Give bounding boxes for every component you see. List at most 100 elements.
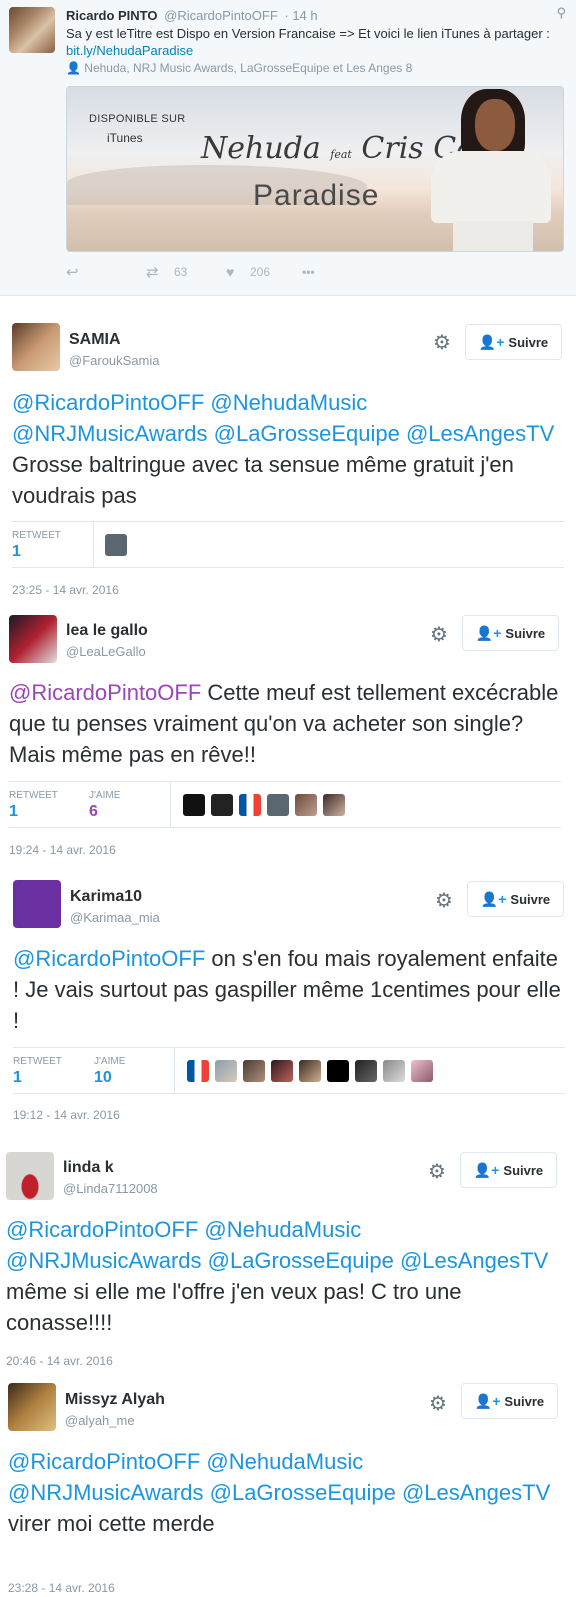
author-name[interactable]: Ricardo PINTO [66, 8, 158, 23]
tweet-text: @RicardoPintoOFF @NehudaMusic @NRJMusicA… [6, 1214, 562, 1338]
gear-icon[interactable]: ⚙ [435, 888, 453, 913]
liker-avatar[interactable] [183, 794, 205, 816]
like-count[interactable]: 6 [89, 803, 98, 821]
tweet-mentions[interactable]: @RicardoPintoOFF @NehudaMusic @NRJMusicA… [6, 1217, 548, 1273]
retweet-count[interactable]: 1 [13, 1069, 22, 1087]
tweet-date[interactable]: 23:25 - 14 avr. 2016 [12, 583, 119, 597]
tweet-body: virer moi cette merde [8, 1511, 215, 1536]
media-card[interactable]: DISPONIBLE SUR iTunes Nehuda feat Cris C… [66, 86, 564, 252]
tweet-mentions[interactable]: @RicardoPintoOFF @NehudaMusic @NRJMusicA… [12, 390, 554, 446]
tweet-time[interactable]: · 14 h [284, 8, 317, 23]
tweet-mentions[interactable]: @RicardoPintoOFF @NehudaMusic @NRJMusicA… [8, 1449, 550, 1505]
tweet-date[interactable]: 19:12 - 14 avr. 2016 [13, 1108, 120, 1122]
author-name[interactable]: Karima10 [70, 888, 142, 906]
author-handle[interactable]: @FaroukSamia [69, 353, 160, 368]
avatar[interactable] [12, 323, 60, 371]
location-pin-icon: ⚲ [556, 5, 566, 20]
tweet-mentions[interactable]: @RicardoPintoOFF [9, 680, 201, 705]
retweet-count[interactable]: 1 [12, 543, 21, 561]
tweet-header: Ricardo PINTO @RicardoPintoOFF · 14 h [66, 8, 318, 23]
retweet-count: 63 [174, 265, 188, 279]
tweet-mentions[interactable]: @RicardoPintoOFF [13, 946, 205, 971]
card-song-title: Paradise [253, 179, 380, 212]
liker-avatar[interactable] [187, 1060, 209, 1082]
liker-avatar[interactable] [323, 794, 345, 816]
liker-avatar[interactable] [267, 794, 289, 816]
gear-icon[interactable]: ⚙ [430, 622, 448, 647]
tweet-body: Grosse baltringue avec ta sensue même gr… [12, 452, 514, 508]
tweet-text: Sa y est leTitre est Dispo en Version Fr… [66, 25, 556, 59]
author-handle[interactable]: @Karimaa_mia [70, 910, 160, 925]
tweet-body: Sa y est leTitre est Dispo en Version Fr… [66, 26, 550, 41]
reply-tweet: lea le gallo @LeaLeGallo ⚙ 👤+ Suivre @Ric… [0, 606, 576, 872]
user-icon: 👤 [66, 61, 81, 75]
author-handle[interactable]: @alyah_me [65, 1413, 135, 1428]
mentioned-users[interactable]: 👤 Nehuda, NRJ Music Awards, LaGrosseEqui… [66, 61, 412, 75]
follow-button[interactable]: 👤+ Suivre [467, 881, 564, 917]
card-dispo-text: DISPONIBLE SUR [89, 113, 186, 125]
like-count[interactable]: 10 [94, 1069, 112, 1087]
retweet-label: RETWEET [9, 790, 58, 801]
liker-avatar[interactable] [411, 1060, 433, 1082]
author-name[interactable]: Missyz Alyah [65, 1391, 165, 1409]
reply-tweet: SAMIA @FaroukSamia ⚙ 👤+ Suivre @RicardoPi… [0, 296, 576, 606]
tweet-date[interactable]: 19:24 - 14 avr. 2016 [9, 843, 116, 857]
follow-button[interactable]: 👤+ Suivre [465, 324, 562, 360]
author-handle[interactable]: @LeaLeGallo [66, 644, 146, 659]
liker-avatar[interactable] [239, 794, 261, 816]
heart-icon[interactable]: ♥ [226, 264, 234, 280]
mentions-text: Nehuda, NRJ Music Awards, LaGrosseEquipe… [84, 61, 413, 75]
retweeter-avatar[interactable] [105, 534, 127, 556]
follow-button[interactable]: 👤+ Suivre [460, 1152, 557, 1188]
liker-avatar[interactable] [211, 794, 233, 816]
tweet-date[interactable]: 20:46 - 14 avr. 2016 [6, 1354, 113, 1368]
follow-button[interactable]: 👤+ Suivre [462, 615, 559, 651]
tweet-link[interactable]: bit.ly/NehudaParadise [66, 43, 193, 58]
author-name[interactable]: linda k [63, 1159, 114, 1177]
artist-photo-face [475, 99, 515, 151]
reply-tweet: Missyz Alyah @alyah_me ⚙ 👤+ Suivre @Ricar… [0, 1372, 576, 1597]
liker-avatar[interactable] [271, 1060, 293, 1082]
add-user-icon: 👤+ [480, 890, 507, 907]
author-name[interactable]: lea le gallo [66, 622, 148, 640]
avatar[interactable] [9, 615, 57, 663]
tweet-body: même si elle me l'offre j'en veux pas! C… [6, 1279, 462, 1335]
avatar[interactable] [6, 1152, 54, 1200]
retweet-label: RETWEET [13, 1056, 62, 1067]
author-handle[interactable]: @Linda7112008 [63, 1181, 158, 1196]
avatar[interactable] [8, 1383, 56, 1431]
feat-label: feat [330, 148, 352, 161]
avatar[interactable] [9, 7, 55, 53]
tweet-stats: RETWEET 1 [12, 521, 564, 568]
tweet-stats: RETWEET 1 J'AIME 10 [13, 1047, 565, 1094]
liker-avatar[interactable] [299, 1060, 321, 1082]
liker-avatar[interactable] [215, 1060, 237, 1082]
artist-photo-top [431, 151, 551, 223]
like-label: J'AIME [94, 1056, 126, 1067]
follow-label: Suivre [505, 625, 546, 641]
retweet-icon[interactable]: ⇄ [146, 263, 159, 281]
author-handle[interactable]: @RicardoPintoOFF [164, 8, 278, 23]
liker-avatar[interactable] [355, 1060, 377, 1082]
avatar[interactable] [13, 880, 61, 928]
original-tweet: Ricardo PINTO @RicardoPintoOFF · 14 h ⚲ … [0, 0, 576, 296]
like-label: J'AIME [89, 790, 121, 801]
follow-label: Suivre [510, 891, 551, 907]
liker-avatar[interactable] [383, 1060, 405, 1082]
follow-button[interactable]: 👤+ Suivre [461, 1383, 558, 1419]
gear-icon[interactable]: ⚙ [429, 1391, 447, 1416]
liker-avatar[interactable] [295, 794, 317, 816]
more-icon[interactable]: ••• [302, 265, 315, 279]
liker-avatar[interactable] [327, 1060, 349, 1082]
tweet-date[interactable]: 23:28 - 14 avr. 2016 [8, 1581, 115, 1595]
gear-icon[interactable]: ⚙ [428, 1159, 446, 1184]
gear-icon[interactable]: ⚙ [433, 330, 451, 355]
add-user-icon: 👤+ [478, 333, 505, 350]
reply-tweet: linda k @Linda7112008 ⚙ 👤+ Suivre @Ricard… [0, 1137, 576, 1372]
tweet-text: @RicardoPintoOFF on s'en fou mais royale… [13, 943, 569, 1036]
reply-icon[interactable]: ↩ [66, 263, 79, 281]
stats-divider [174, 1048, 175, 1093]
author-name[interactable]: SAMIA [69, 331, 121, 349]
retweet-count[interactable]: 1 [9, 803, 18, 821]
liker-avatar[interactable] [243, 1060, 265, 1082]
